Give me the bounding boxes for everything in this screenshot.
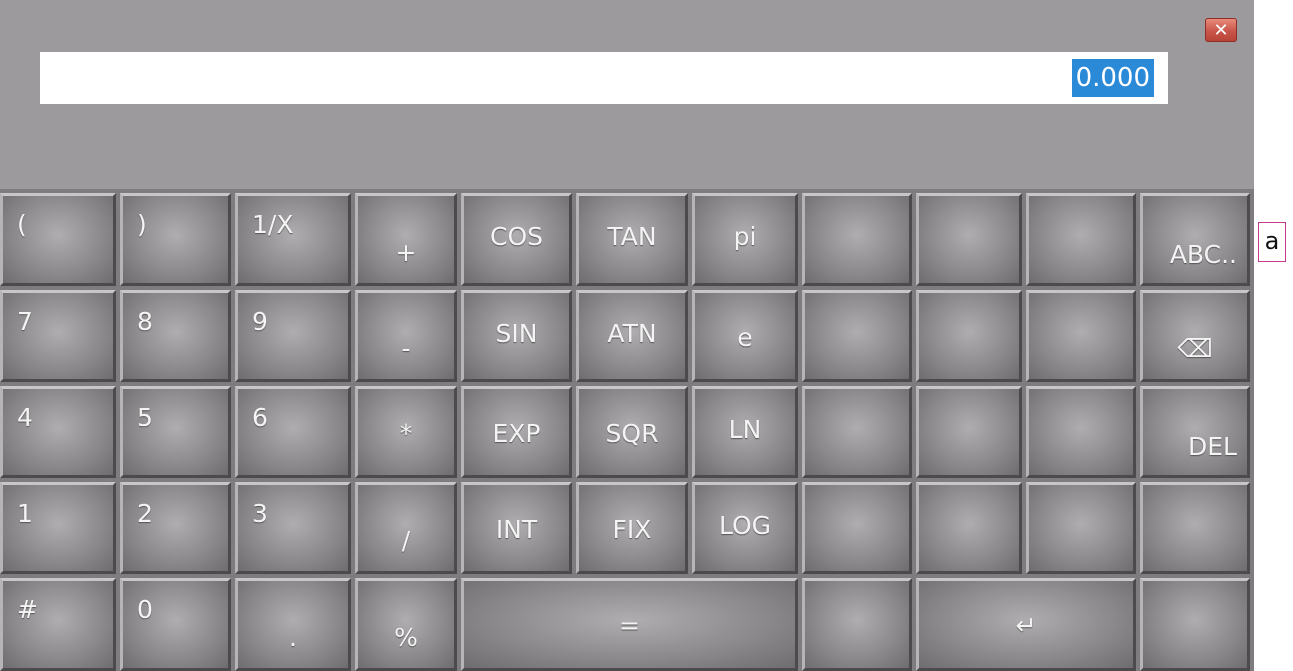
blank-key-r1c8[interactable]: [802, 193, 912, 286]
display-value: 0.000: [1071, 59, 1154, 97]
callout-label: a: [1258, 222, 1286, 262]
reciprocal-key[interactable]: 1/X: [235, 193, 351, 286]
ln-key[interactable]: LN: [692, 386, 798, 478]
eight-key[interactable]: 8: [120, 290, 231, 382]
blank-key-r1c10[interactable]: [1026, 193, 1136, 286]
percent-key[interactable]: %: [355, 578, 457, 671]
fix-key[interactable]: FIX: [576, 482, 688, 574]
close-button[interactable]: ✕: [1205, 18, 1237, 42]
blank-key-r3c10[interactable]: [1026, 386, 1136, 478]
blank-key-r4c10[interactable]: [1026, 482, 1136, 574]
close-icon: ✕: [1213, 20, 1229, 41]
blank-key-r4c9[interactable]: [916, 482, 1022, 574]
sqr-key[interactable]: SQR: [576, 386, 688, 478]
blank-key-r5c8[interactable]: [802, 578, 912, 671]
seven-key[interactable]: 7: [0, 290, 116, 382]
int-key[interactable]: INT: [461, 482, 572, 574]
blank-key-r5c11[interactable]: [1140, 578, 1250, 671]
log-key[interactable]: LOG: [692, 482, 798, 574]
backspace-key[interactable]: ⌫: [1140, 290, 1250, 382]
two-key[interactable]: 2: [120, 482, 231, 574]
exp-key[interactable]: EXP: [461, 386, 572, 478]
blank-key-r2c8[interactable]: [802, 290, 912, 382]
zero-key[interactable]: 0: [120, 578, 231, 671]
divide-key[interactable]: /: [355, 482, 457, 574]
atn-key[interactable]: ATN: [576, 290, 688, 382]
abc-key[interactable]: ABC..: [1140, 193, 1250, 286]
enter-icon: ↵: [1015, 611, 1037, 640]
six-key[interactable]: 6: [235, 386, 351, 478]
tan-key[interactable]: TAN: [576, 193, 688, 286]
right-paren-key[interactable]: ): [120, 193, 231, 286]
one-key[interactable]: 1: [0, 482, 116, 574]
hash-key[interactable]: #: [0, 578, 116, 671]
backspace-icon: ⌫: [1177, 334, 1213, 363]
decimal-key[interactable]: .: [235, 578, 351, 671]
display-field[interactable]: 0.000: [40, 52, 1168, 104]
nine-key[interactable]: 9: [235, 290, 351, 382]
minus-key[interactable]: -: [355, 290, 457, 382]
blank-key-r4c11[interactable]: [1140, 482, 1250, 574]
blank-key-r2c10[interactable]: [1026, 290, 1136, 382]
blank-key-r1c9[interactable]: [916, 193, 1022, 286]
five-key[interactable]: 5: [120, 386, 231, 478]
plus-key[interactable]: +: [355, 193, 457, 286]
blank-key-r3c8[interactable]: [802, 386, 912, 478]
cos-key[interactable]: COS: [461, 193, 572, 286]
equals-key[interactable]: =: [461, 578, 798, 671]
sin-key[interactable]: SIN: [461, 290, 572, 382]
four-key[interactable]: 4: [0, 386, 116, 478]
three-key[interactable]: 3: [235, 482, 351, 574]
blank-key-r3c9[interactable]: [916, 386, 1022, 478]
calculator-window: ✕ 0.000 ( ) 1/X + COS TAN pi ABC.. 7 8 9…: [0, 0, 1254, 671]
blank-key-r2c9[interactable]: [916, 290, 1022, 382]
left-paren-key[interactable]: (: [0, 193, 116, 286]
keypad: ( ) 1/X + COS TAN pi ABC.. 7 8 9 - SIN A…: [0, 189, 1254, 671]
del-key[interactable]: DEL: [1140, 386, 1250, 478]
enter-key[interactable]: ↵: [916, 578, 1136, 671]
blank-key-r4c8[interactable]: [802, 482, 912, 574]
e-key[interactable]: e: [692, 290, 798, 382]
pi-key[interactable]: pi: [692, 193, 798, 286]
multiply-key[interactable]: *: [355, 386, 457, 478]
